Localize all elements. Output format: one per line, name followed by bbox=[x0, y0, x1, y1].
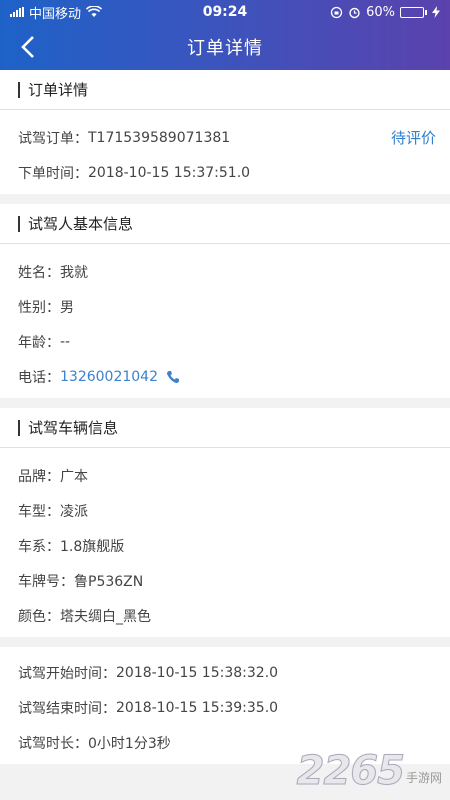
order-status-link[interactable]: 待评价 bbox=[391, 127, 436, 148]
age-value: -- bbox=[60, 333, 71, 350]
chevron-left-icon bbox=[21, 36, 34, 58]
model-row: 车型： 凌派 bbox=[0, 493, 450, 528]
signal-icon bbox=[10, 7, 24, 17]
name-row: 姓名： 我就 bbox=[0, 254, 450, 289]
status-bar: 中国移动 09:24 60% bbox=[0, 0, 450, 24]
model-value: 凌派 bbox=[60, 503, 88, 520]
vehicle-section: 试驾车辆信息 品牌： 广本 车型： 凌派 车系： 1.8旗舰版 车牌号： 鲁P5… bbox=[0, 408, 450, 637]
start-time-label: 试驾开始时间： bbox=[18, 665, 116, 682]
plate-value: 鲁P536ZN bbox=[74, 573, 144, 590]
brand-row: 品牌： 广本 bbox=[0, 458, 450, 493]
section-title: 试驾车辆信息 bbox=[0, 408, 450, 448]
section-title-text: 订单详情 bbox=[28, 81, 89, 99]
phone-row: 电话： 13260021042 bbox=[0, 359, 450, 394]
brand-value: 广本 bbox=[60, 468, 88, 485]
charging-icon bbox=[432, 6, 440, 18]
watermark-number: 2265 bbox=[296, 748, 405, 795]
section-title-text: 试驾车辆信息 bbox=[28, 419, 119, 437]
order-section: 订单详情 试驾订单： T171539589071381 待评价 下单时间： 20… bbox=[0, 70, 450, 194]
back-button[interactable] bbox=[8, 24, 48, 70]
age-label: 年龄： bbox=[18, 334, 60, 351]
watermark: 2265 手游网 bbox=[296, 748, 442, 795]
phone-label: 电话： bbox=[18, 369, 60, 386]
wifi-icon bbox=[86, 6, 103, 17]
section-title-text: 试驾人基本信息 bbox=[28, 215, 134, 233]
series-row: 车系： 1.8旗舰版 bbox=[0, 528, 450, 563]
duration: 0小时1分3秒 bbox=[88, 735, 171, 752]
start-time-row: 试驾开始时间： 2018-10-15 15:38:32.0 bbox=[0, 655, 450, 690]
watermark-text: 手游网 bbox=[405, 771, 442, 785]
nav-bar: 订单详情 bbox=[0, 24, 450, 70]
gender-label: 性别： bbox=[18, 299, 60, 316]
series-label: 车系： bbox=[18, 538, 60, 555]
order-time-label: 下单时间： bbox=[18, 165, 88, 182]
orientation-lock-icon bbox=[330, 6, 343, 18]
age-row: 年龄： -- bbox=[0, 324, 450, 359]
end-time-row: 试驾结束时间： 2018-10-15 15:39:35.0 bbox=[0, 690, 450, 725]
gender-value: 男 bbox=[60, 299, 74, 316]
phone-icon[interactable] bbox=[166, 370, 180, 384]
brand-label: 品牌： bbox=[18, 468, 60, 485]
order-time: 2018-10-15 15:37:51.0 bbox=[88, 164, 251, 181]
end-time: 2018-10-15 15:39:35.0 bbox=[116, 699, 279, 716]
color-value: 塔夫绸白_黑色 bbox=[60, 608, 151, 625]
phone-link[interactable]: 13260021042 bbox=[60, 369, 158, 385]
section-title: 试驾人基本信息 bbox=[0, 204, 450, 244]
name-label: 姓名： bbox=[18, 264, 60, 281]
color-row: 颜色： 塔夫绸白_黑色 bbox=[0, 598, 450, 633]
battery-percent: 60% bbox=[366, 4, 395, 20]
section-title: 订单详情 bbox=[0, 70, 450, 110]
battery-icon bbox=[400, 6, 427, 18]
carrier-name: 中国移动 bbox=[29, 6, 82, 22]
header: 中国移动 09:24 60% 订单详情 bbox=[0, 0, 450, 70]
name-value: 我就 bbox=[60, 264, 88, 281]
color-label: 颜色： bbox=[18, 608, 60, 625]
start-time: 2018-10-15 15:38:32.0 bbox=[116, 664, 279, 681]
plate-row: 车牌号： 鲁P536ZN bbox=[0, 563, 450, 598]
plate-label: 车牌号： bbox=[18, 573, 74, 590]
duration-label: 试驾时长： bbox=[18, 735, 88, 752]
model-label: 车型： bbox=[18, 503, 60, 520]
gender-row: 性别： 男 bbox=[0, 289, 450, 324]
order-number-row: 试驾订单： T171539589071381 待评价 bbox=[0, 120, 450, 155]
alarm-icon bbox=[349, 7, 360, 18]
driver-section: 试驾人基本信息 姓名： 我就 性别： 男 年龄： -- 电话： 13260021… bbox=[0, 204, 450, 398]
drive-section: 试驾开始时间： 2018-10-15 15:38:32.0 试驾结束时间： 20… bbox=[0, 647, 450, 764]
series-value: 1.8旗舰版 bbox=[60, 538, 125, 555]
order-number: T171539589071381 bbox=[88, 129, 231, 146]
order-time-row: 下单时间： 2018-10-15 15:37:51.0 bbox=[0, 155, 450, 190]
page-title: 订单详情 bbox=[187, 38, 263, 59]
order-number-label: 试驾订单： bbox=[18, 130, 88, 147]
end-time-label: 试驾结束时间： bbox=[18, 700, 116, 717]
